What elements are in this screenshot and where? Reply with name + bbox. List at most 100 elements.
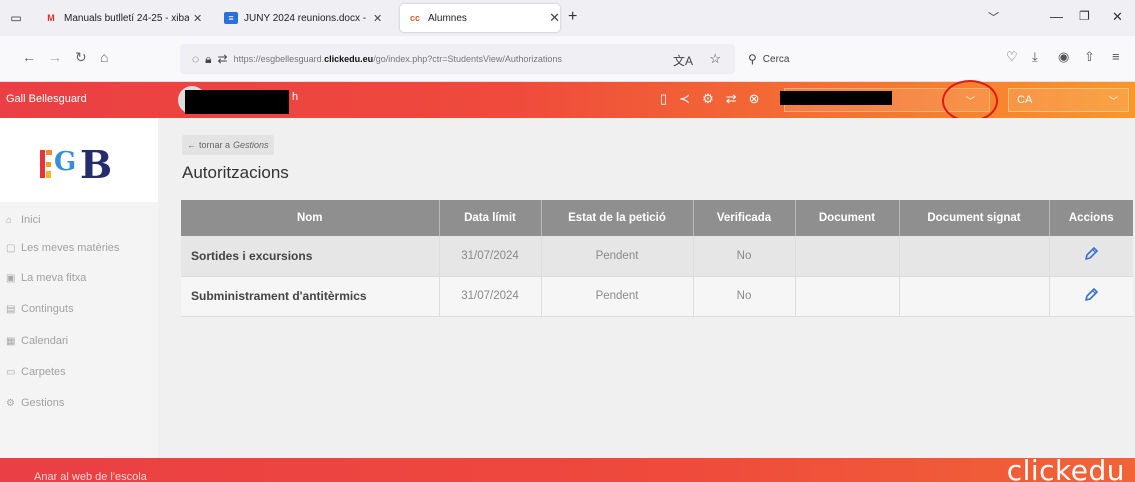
edit-pencil-icon[interactable] xyxy=(1083,246,1099,262)
cell-actions xyxy=(1049,276,1133,317)
lock-icon: 🔒︎ xyxy=(205,51,212,66)
tab-title: JUNY 2024 reunions.docx - Doc xyxy=(244,12,369,24)
bookmark-star-icon[interactable]: ☆ xyxy=(709,51,721,67)
table-header-row: Nom Data límit Estat de la petició Verif… xyxy=(181,200,1133,236)
close-tab-icon[interactable]: ✕ xyxy=(549,10,560,26)
tab-title: Alumnes xyxy=(428,12,467,24)
search-placeholder: Cerca xyxy=(762,53,790,65)
footer: Anar al web de l'escola clickedu xyxy=(0,454,1135,482)
header-icons: ▯ ≺ ⚙ ⇄ ⊗ xyxy=(660,91,760,107)
school-logo[interactable]: G B xyxy=(38,140,124,180)
school-name[interactable]: Gall Bellesguard xyxy=(6,93,87,105)
sidebar-item-continguts[interactable]: ▤ Continguts xyxy=(6,303,74,315)
cell-name: Subministrament d'antitèrmics xyxy=(181,276,440,317)
clickedu-brand-logo: clickedu xyxy=(1006,454,1125,482)
cell-name: Sortides i excursions xyxy=(181,236,440,277)
gears-icon: ⚙ xyxy=(6,397,15,409)
school-website-link[interactable]: Anar al web de l'escola xyxy=(34,471,147,482)
cell-verified: No xyxy=(693,276,796,317)
folder-icon: ▭ xyxy=(6,366,16,378)
sidebar-item-gestions[interactable]: ⚙ Gestions xyxy=(6,397,64,409)
language-select[interactable]: CA ﹀ xyxy=(1008,88,1129,112)
browser-tab-strip: ▭ M Manuals butlletí 24-25 - xibarre ✕ ≡… xyxy=(0,0,1135,36)
close-tab-icon[interactable]: ✕ xyxy=(373,12,382,25)
translate-icon[interactable]: 文A xyxy=(673,52,693,69)
chevron-down-icon[interactable]: ﹀ xyxy=(1109,94,1118,107)
share-icon[interactable]: ≺ xyxy=(679,91,690,107)
home-icon[interactable]: ⌂ xyxy=(100,49,108,65)
column-header-document[interactable]: Document xyxy=(795,200,900,236)
sidebar-item-carpetes[interactable]: ▭ Carpetes xyxy=(6,366,66,378)
user-name[interactable]: h xyxy=(292,91,298,103)
profile-card-icon: ▣ xyxy=(6,272,16,284)
reload-icon[interactable]: ↻ xyxy=(75,49,87,66)
forward-arrow-icon[interactable]: → xyxy=(48,49,62,65)
redacted-student-name xyxy=(780,91,892,105)
url-path: /go/index.php?ctr=StudentsView/Authoriza… xyxy=(373,54,562,64)
back-to-gestions-link[interactable]: ← tornar a Gestions xyxy=(182,135,274,155)
settings-icon[interactable]: ⚙ xyxy=(702,91,714,107)
column-header-verificada[interactable]: Verificada xyxy=(693,200,796,236)
book-icon: ▢ xyxy=(6,242,16,254)
switch-icon[interactable]: ⇄ xyxy=(726,91,737,107)
account-icon[interactable]: ◉ xyxy=(1058,49,1069,65)
page: ▭ M Manuals butlletí 24-25 - xibarre ✕ ≡… xyxy=(0,0,1135,482)
cell-signed xyxy=(899,276,1050,317)
sidebar-item-label: Les meves matèries xyxy=(21,242,120,254)
back-link-target: Gestions xyxy=(233,140,269,150)
cell-status: Pendent xyxy=(541,276,694,317)
browser-tab-alumnes[interactable]: cc Alumnes ✕ xyxy=(400,4,560,32)
extensions-icon[interactable]: ⇧ xyxy=(1084,49,1095,65)
browser-tab-gmail[interactable]: M Manuals butlletí 24-25 - xibarre ✕ xyxy=(44,4,219,32)
new-tab-icon[interactable]: + xyxy=(568,8,577,26)
close-window-icon[interactable]: ✕ xyxy=(1112,9,1123,25)
restore-icon[interactable]: ❐ xyxy=(1079,9,1090,23)
page-title: Autoritzacions xyxy=(182,163,289,182)
tab-overflow-chevron-icon[interactable]: ﹀ xyxy=(988,9,999,25)
cell-verified: No xyxy=(693,236,796,277)
clickedu-favicon-icon: cc xyxy=(409,13,420,23)
browser-tab-docs[interactable]: ≡ JUNY 2024 reunions.docx - Doc ✕ xyxy=(224,4,394,32)
svg-text:G: G xyxy=(54,147,76,177)
menu-icon[interactable]: ≡ xyxy=(1112,49,1120,64)
cell-document xyxy=(795,236,900,277)
language-value: CA xyxy=(1017,94,1033,106)
minimize-icon[interactable]: — xyxy=(1050,9,1063,24)
main-content: ← tornar a Gestions Autoritzacions Nom D… xyxy=(158,118,1135,458)
column-header-data-limit[interactable]: Data límit xyxy=(439,200,542,236)
tab-title: Manuals butlletí 24-25 - xibarre xyxy=(64,12,189,24)
downloads-icon[interactable]: ⤓ xyxy=(1032,49,1038,65)
sidebar-item-label: Gestions xyxy=(21,397,65,409)
authorizations-table: Nom Data límit Estat de la petició Verif… xyxy=(181,200,1133,317)
sidebar-item-inici[interactable]: ⌂ Inici xyxy=(6,214,41,226)
mobile-icon[interactable]: ▯ xyxy=(660,91,667,107)
sidebar-item-label: Carpetes xyxy=(21,366,66,378)
pocket-icon[interactable]: ♡ xyxy=(1006,49,1018,65)
url-prefix: https://esgbellesguard. xyxy=(233,54,325,64)
gmail-icon: M xyxy=(47,13,55,23)
cell-document xyxy=(795,276,900,317)
column-header-document-signat[interactable]: Document signat xyxy=(899,200,1050,236)
sidebar-item-fitxa[interactable]: ▣ La meva fitxa xyxy=(6,272,86,284)
sidebar-item-materies[interactable]: ▢ Les meves matèries xyxy=(6,242,119,254)
column-header-estat[interactable]: Estat de la petició xyxy=(541,200,694,236)
table-row: Subministrament d'antitèrmics 31/07/2024… xyxy=(181,276,1133,317)
url-host: clickedu.eu xyxy=(324,54,374,64)
back-arrow-icon: ← xyxy=(187,140,196,150)
tab-list-icon[interactable]: ▭ xyxy=(6,8,26,28)
home-icon: ⌂ xyxy=(6,214,13,226)
cell-status: Pendent xyxy=(541,236,694,277)
search-bar[interactable]: ⚲ Cerca xyxy=(740,44,970,74)
svg-text:B: B xyxy=(80,142,112,180)
url-bar[interactable]: ◌ 🔒︎ ⇄ https://esgbellesguard. clickedu.e… xyxy=(180,44,735,74)
sidebar-item-calendari[interactable]: ▦ Calendari xyxy=(6,335,68,347)
sidebar-item-label: Continguts xyxy=(21,303,74,315)
redacted-user-name xyxy=(185,90,289,114)
column-header-nom[interactable]: Nom xyxy=(181,200,440,236)
back-arrow-icon[interactable]: ← xyxy=(22,49,36,65)
logout-icon[interactable]: ⊗ xyxy=(749,91,760,107)
edit-pencil-icon[interactable] xyxy=(1083,287,1099,303)
sidebar: G B ⌂ Inici ▢ Les meves matèries ▣ La me… xyxy=(0,118,158,458)
shield-icon: ◌ xyxy=(192,52,200,66)
close-tab-icon[interactable]: ✕ xyxy=(193,12,202,25)
